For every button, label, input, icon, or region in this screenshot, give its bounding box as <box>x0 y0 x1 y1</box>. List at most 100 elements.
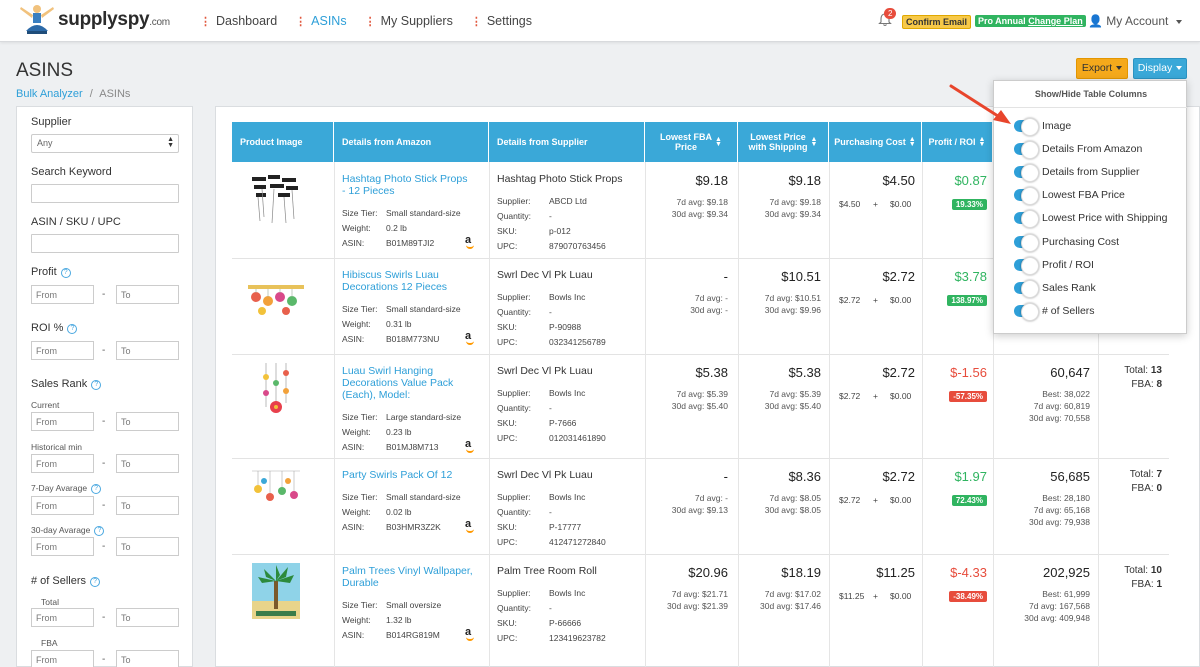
toggle-label: Lowest Price with Shipping <box>1042 212 1168 224</box>
cost-plus: + <box>873 391 878 401</box>
profit-value: $1.97 <box>954 469 987 484</box>
product-title-link[interactable]: Party Swirls Pack Of 12 <box>342 469 484 481</box>
help-icon[interactable]: ? <box>91 380 102 390</box>
th-details-amazon: Details from Amazon <box>334 122 489 162</box>
help-icon[interactable]: ? <box>91 484 102 494</box>
help-icon[interactable]: ? <box>60 268 71 278</box>
nav-asins[interactable]: ⋮ ASINs <box>295 14 346 28</box>
rank-7d-avg: 7d avg: 167,568 <box>1029 601 1090 611</box>
quantity-value: - <box>549 211 552 221</box>
product-image[interactable] <box>248 171 304 227</box>
rank-7d-from-input[interactable]: From <box>31 496 94 515</box>
column-separator <box>645 162 646 258</box>
product-title-link[interactable]: Palm Trees Vinyl Wallpaper, Durable <box>342 565 484 589</box>
toggle-details-from-amazon[interactable]: Details From Amazon <box>1014 141 1142 159</box>
lowest-fba-price: $5.38 <box>695 365 728 380</box>
toggle-lowest-fba-price[interactable]: Lowest FBA Price <box>1014 187 1125 205</box>
roi-badge: -38.49% <box>949 591 987 602</box>
supplier-value: Bowls Inc <box>549 388 586 398</box>
size-tier-value: Small standard-size <box>386 492 461 502</box>
toggle-of-sellers[interactable]: # of Sellers <box>1014 303 1095 321</box>
toggle-sales-rank[interactable]: Sales Rank <box>1014 280 1096 298</box>
nav-my-suppliers[interactable]: ⋮ My Suppliers <box>365 14 453 28</box>
toggle-lowest-price-with-shipping[interactable]: Lowest Price with Shipping <box>1014 210 1168 228</box>
help-icon[interactable]: ? <box>90 577 101 587</box>
product-title-link[interactable]: Hashtag Photo Stick Props - 12 Pieces <box>342 173 484 197</box>
supplier-key: Supplier: <box>497 196 531 206</box>
range-dash: - <box>102 289 106 300</box>
toggle-image[interactable]: Image <box>1014 118 1071 136</box>
toggle-switch-icon[interactable] <box>1014 118 1039 136</box>
toggle-details-from-supplier[interactable]: Details from Supplier <box>1014 164 1139 182</box>
plan-badge[interactable]: Pro Annual Change Plan <box>975 15 1086 27</box>
row-divider <box>232 458 1169 459</box>
weight-value: 0.31 lb <box>386 319 412 329</box>
rank-current-to-input[interactable]: To <box>116 412 179 431</box>
size-tier-value: Small standard-size <box>386 304 461 314</box>
amazon-logo-icon[interactable]: a <box>465 330 475 345</box>
profit-label: Profit? <box>31 266 71 278</box>
toggle-switch-icon[interactable] <box>1014 187 1039 205</box>
toggle-purchasing-cost[interactable]: Purchasing Cost <box>1014 234 1119 252</box>
breadcrumb-bulk-analyzer[interactable]: Bulk Analyzer <box>16 88 83 100</box>
display-button[interactable]: Display <box>1133 58 1187 79</box>
roi-from-input[interactable]: From <box>31 341 94 360</box>
rank-7d-to-input[interactable]: To <box>116 496 179 515</box>
quantity-key: Quantity: <box>497 211 532 221</box>
ship-30d-avg: 30d avg: $5.40 <box>764 401 821 411</box>
sellers-fba-from-input[interactable]: From <box>31 650 94 667</box>
amazon-logo-icon[interactable]: a <box>465 438 475 453</box>
nav-dashboard[interactable]: ⋮ Dashboard <box>200 14 277 28</box>
confirm-email-button[interactable]: Confirm Email <box>902 15 972 29</box>
toggle-switch-icon[interactable] <box>1014 257 1039 275</box>
amazon-logo-icon[interactable]: a <box>465 234 475 249</box>
rank-historical-from-input[interactable]: From <box>31 454 94 473</box>
toggle-profit-roi[interactable]: Profit / ROI <box>1014 257 1094 275</box>
sellers-total-to-input[interactable]: To <box>116 608 179 627</box>
rank-historical-to-input[interactable]: To <box>116 454 179 473</box>
change-plan-link[interactable]: Change Plan <box>1028 16 1083 26</box>
product-image[interactable] <box>248 563 304 619</box>
search-keyword-input[interactable] <box>31 184 179 203</box>
nav-settings[interactable]: ⋮ Settings <box>471 14 532 28</box>
profit-to-input[interactable]: To <box>116 285 179 304</box>
logo[interactable]: supplyspy.com <box>18 3 170 37</box>
th-lowest-fba-price[interactable]: Lowest FBA Price ▲ ▼ <box>645 122 738 162</box>
sku-value: P-17777 <box>549 522 582 532</box>
toggle-switch-icon[interactable] <box>1014 303 1039 321</box>
toggle-switch-icon[interactable] <box>1014 210 1039 228</box>
product-image[interactable] <box>248 267 304 323</box>
rank-current-from-input[interactable]: From <box>31 412 94 431</box>
help-icon[interactable]: ? <box>67 324 78 334</box>
dropdown-title: Show/Hide Table Columns <box>1034 89 1148 99</box>
row-divider <box>232 354 1169 355</box>
product-title-link[interactable]: Luau Swirl Hanging Decorations Value Pack… <box>342 365 484 401</box>
help-icon[interactable]: ? <box>94 526 105 536</box>
rank-30d-to-input[interactable]: To <box>116 537 179 556</box>
toggle-label: Sales Rank <box>1042 282 1096 294</box>
columns-dropdown: Show/Hide Table Columns Image Details Fro… <box>993 80 1188 334</box>
toggle-switch-icon[interactable] <box>1014 280 1039 298</box>
sellers-total-from-input[interactable]: From <box>31 608 94 627</box>
profit-from-input[interactable]: From <box>31 285 94 304</box>
roi-to-input[interactable]: To <box>116 341 179 360</box>
toggle-switch-icon[interactable] <box>1014 141 1039 159</box>
amazon-logo-icon[interactable]: a <box>465 626 475 641</box>
product-image[interactable] <box>248 467 304 523</box>
th-lowest-price-shipping[interactable]: Lowest Price with Shipping ▲ ▼ <box>738 122 829 162</box>
amazon-logo-icon[interactable]: a <box>465 518 475 533</box>
rank-30d-from-input[interactable]: From <box>31 537 94 556</box>
product-image[interactable] <box>248 363 304 419</box>
column-separator <box>829 258 830 354</box>
product-title-link[interactable]: Hibiscus Swirls Luau Decorations 12 Piece… <box>342 269 484 293</box>
supplier-select[interactable]: Any ▲ ▼ <box>31 134 179 153</box>
sellers-fba-to-input[interactable]: To <box>116 650 179 667</box>
toggle-switch-icon[interactable] <box>1014 164 1039 182</box>
export-button[interactable]: Export <box>1076 58 1128 79</box>
rank-30d-avg: 30d avg: 70,558 <box>1029 413 1090 423</box>
range-dash: - <box>102 345 106 356</box>
asin-sku-upc-input[interactable] <box>31 234 179 253</box>
th-purchasing-cost[interactable]: Purchasing Cost ▲ ▼ <box>829 122 922 162</box>
toggle-switch-icon[interactable] <box>1014 234 1039 252</box>
account-menu[interactable]: 👤 My Account <box>1088 14 1182 28</box>
